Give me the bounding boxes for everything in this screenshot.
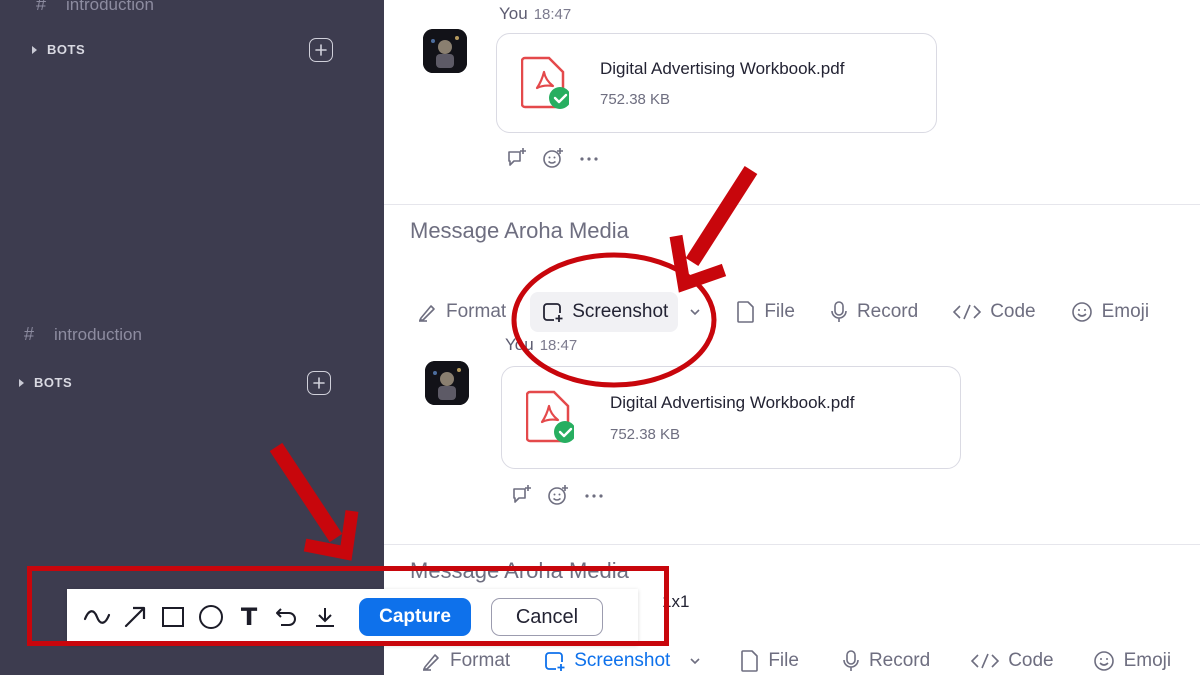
reply-thread-icon[interactable] [510, 483, 534, 507]
file-name: Digital Advertising Workbook.pdf [600, 59, 845, 78]
screenshot-stage: # introduction BOTS # introduction BOTS … [0, 0, 1200, 675]
message-time: 18:47 [539, 338, 578, 354]
message-time: 18:47 [533, 6, 572, 23]
screenshot-label: Screenshot [574, 650, 671, 671]
message-actions [505, 146, 601, 170]
record-label: Record [868, 650, 931, 671]
file-attachment-card[interactable]: Digital Advertising Workbook.pdf 752.38 … [501, 366, 961, 469]
code-button[interactable]: Code [970, 650, 1054, 672]
format-button[interactable]: Format [416, 301, 506, 323]
chat-panel-top: You 18:47 Digital Advertising Workbook.p… [384, 0, 1200, 338]
code-icon [953, 304, 982, 320]
record-button[interactable]: Record [829, 300, 918, 324]
screenshot-button[interactable]: Screenshot [530, 292, 679, 332]
file-attachment-card[interactable]: Digital Advertising Workbook.pdf 752.38 … [496, 33, 937, 133]
code-label: Code [1008, 650, 1054, 671]
file-label: File [764, 301, 795, 322]
sidebar-top: # introduction BOTS [0, 0, 384, 338]
composer-toolbar: Format Screenshot File Record Code Emoji [420, 649, 1171, 673]
pdf-file-icon [526, 390, 574, 443]
hash-icon: # [36, 0, 47, 14]
record-button[interactable]: Record [841, 649, 930, 673]
emoji-button[interactable]: Emoji [1092, 649, 1172, 673]
screenshot-icon [543, 303, 563, 322]
sidebar-item-introduction[interactable]: # introduction [24, 324, 142, 345]
add-bot-button[interactable] [307, 371, 331, 395]
format-label: Format [446, 301, 507, 322]
caret-right-icon [32, 45, 37, 54]
reply-thread-icon[interactable] [505, 146, 529, 170]
pdf-file-icon [521, 56, 569, 109]
file-label: File [768, 650, 799, 671]
chevron-down-icon [690, 658, 700, 665]
section-label: BOTS [47, 42, 86, 57]
message-actions [510, 483, 606, 507]
code-button[interactable]: Code [952, 301, 1036, 323]
file-button[interactable]: File [740, 649, 799, 673]
screenshot-icon [545, 652, 565, 671]
emoji-icon [1071, 302, 1092, 322]
file-button[interactable]: File [736, 300, 795, 324]
chevron-down-icon [690, 309, 700, 316]
hash-icon: # [24, 324, 35, 344]
microphone-icon [831, 301, 847, 322]
file-icon [741, 650, 759, 672]
screenshot-label: Screenshot [572, 301, 669, 322]
screenshot-options-dropdown[interactable] [688, 305, 702, 319]
format-label: Format [450, 650, 511, 671]
message-header: You 18:47 [505, 338, 577, 355]
sidebar-item-introduction[interactable]: # introduction [36, 0, 154, 15]
more-options-icon[interactable] [582, 483, 606, 507]
code-icon [971, 653, 1000, 669]
file-name: Digital Advertising Workbook.pdf [610, 393, 855, 412]
record-label: Record [856, 301, 919, 322]
plus-icon [313, 377, 325, 389]
code-label: Code [990, 301, 1036, 322]
screenshot-button[interactable]: Screenshot [542, 649, 670, 673]
composer-divider [384, 544, 1200, 545]
microphone-icon [843, 650, 859, 671]
avatar-image-icon [423, 29, 467, 73]
format-pen-icon [419, 305, 435, 322]
emoji-label: Emoji [1123, 650, 1172, 671]
screenshot-options-dropdown[interactable] [688, 654, 702, 668]
add-reaction-icon[interactable] [546, 483, 570, 507]
sender-name: You [505, 338, 534, 354]
avatar[interactable] [423, 29, 467, 73]
plus-icon [315, 44, 327, 56]
emoji-icon [1093, 651, 1114, 671]
emoji-label: Emoji [1101, 301, 1150, 322]
sender-name: You [499, 4, 528, 23]
composer-toolbar: Format Screenshot File Record Code Emoji [416, 292, 1149, 332]
file-size: 752.38 KB [610, 426, 681, 443]
avatar-image-icon [425, 361, 469, 405]
message-header: You 18:47 [499, 4, 571, 24]
file-size: 752.38 KB [600, 91, 671, 108]
add-bot-button[interactable] [309, 38, 333, 62]
sidebar-item-label: introduction [66, 0, 154, 14]
section-label: BOTS [34, 375, 73, 390]
highlight-rectangle [27, 566, 669, 646]
message-input[interactable]: Message Aroha Media [410, 218, 629, 244]
avatar[interactable] [425, 361, 469, 405]
add-reaction-icon[interactable] [541, 146, 565, 170]
composer-divider [384, 204, 1200, 205]
format-button[interactable]: Format [420, 650, 510, 672]
format-pen-icon [423, 654, 439, 671]
sidebar-section-bots[interactable]: BOTS [19, 375, 72, 390]
sidebar-section-bots[interactable]: BOTS [32, 42, 85, 57]
emoji-button[interactable]: Emoji [1070, 300, 1150, 324]
caret-right-icon [19, 378, 24, 387]
sidebar-item-label: introduction [54, 324, 142, 344]
more-options-icon[interactable] [577, 146, 601, 170]
file-icon [737, 301, 755, 323]
